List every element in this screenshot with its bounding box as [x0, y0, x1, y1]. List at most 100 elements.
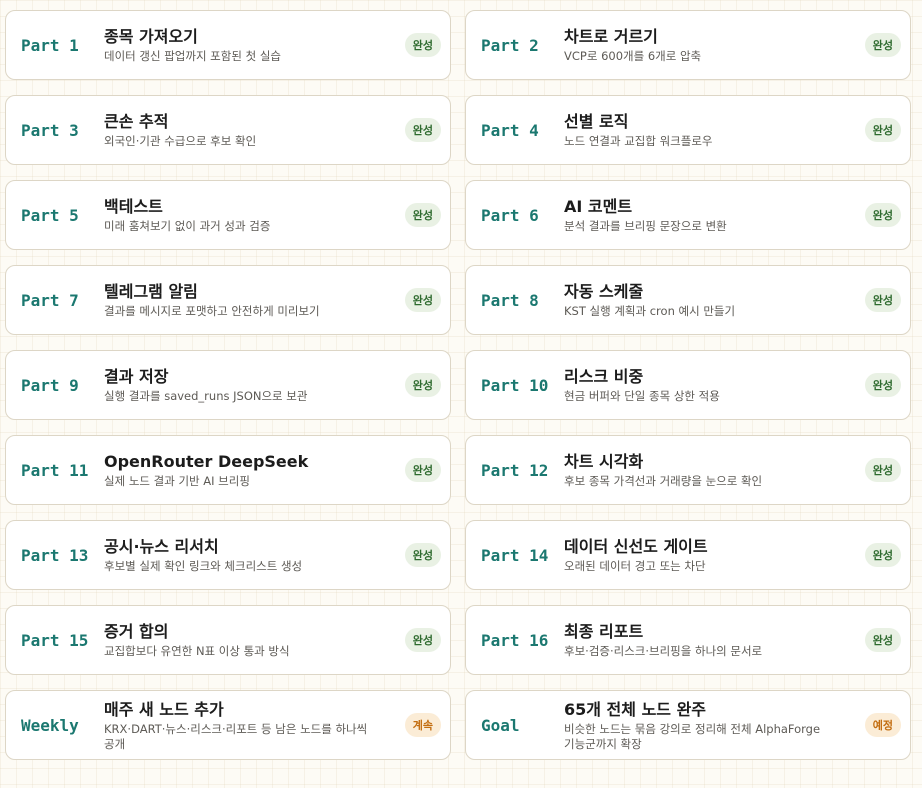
status-badge: 완성 [864, 118, 901, 142]
status-badge: 완성 [404, 628, 441, 652]
card-description: 후보·검증·리스크·브리핑을 하나의 문서로 [564, 644, 763, 658]
card-description: 데이터 갱신 팝업까지 포함된 첫 실습 [104, 49, 281, 63]
part-label: Part 13 [21, 545, 89, 565]
card-body: 종목 가져오기데이터 갱신 팝업까지 포함된 첫 실습 [104, 11, 372, 79]
part-label: Part 15 [21, 630, 89, 650]
card-description: 후보 종목 가격선과 거래량을 눈으로 확인 [564, 474, 763, 488]
roadmap-card-part-14[interactable]: Part 14 데이터 신선도 게이트오래된 데이터 경고 또는 차단 완성 [465, 520, 911, 590]
part-label: Part 5 [21, 205, 79, 225]
card-title: 텔레그램 알림 [104, 282, 198, 301]
card-description: 후보별 실제 확인 링크와 체크리스트 생성 [104, 559, 303, 573]
card-title: OpenRouter DeepSeek [104, 452, 309, 471]
card-title: 차트 시각화 [564, 452, 644, 471]
card-body: 차트 시각화후보 종목 가격선과 거래량을 눈으로 확인 [564, 436, 832, 504]
roadmap-card-part-12[interactable]: Part 12 차트 시각화후보 종목 가격선과 거래량을 눈으로 확인 완성 [465, 435, 911, 505]
status-badge: 완성 [864, 288, 901, 312]
card-description: 오래된 데이터 경고 또는 차단 [564, 559, 706, 573]
card-body: 텔레그램 알림결과를 메시지로 포맷하고 안전하게 미리보기 [104, 266, 372, 334]
part-label: Weekly [21, 715, 79, 735]
part-label: Part 10 [481, 375, 549, 395]
status-badge: 완성 [404, 373, 441, 397]
card-title: 백테스트 [104, 197, 163, 216]
card-body: 결과 저장실행 결과를 saved_runs JSON으로 보관 [104, 351, 372, 419]
roadmap-card-part-11[interactable]: Part 11 OpenRouter DeepSeek 실제 노드 결과 기반 AI… [5, 435, 451, 505]
part-label: Part 16 [481, 630, 549, 650]
card-title: 리스크 비중 [564, 367, 644, 386]
card-title: AI 코멘트 [564, 197, 633, 216]
status-badge: 완성 [864, 203, 901, 227]
card-title: 자동 스케줄 [564, 282, 644, 301]
card-description: 결과를 메시지로 포맷하고 안전하게 미리보기 [104, 304, 320, 318]
status-badge: 계속 [404, 713, 441, 737]
status-badge: 완성 [864, 628, 901, 652]
card-title: 선별 로직 [564, 112, 629, 131]
part-label: Part 14 [481, 545, 549, 565]
card-description: 현금 버퍼와 단일 종목 상한 적용 [564, 389, 720, 403]
roadmap-card-part-7[interactable]: Part 7 텔레그램 알림결과를 메시지로 포맷하고 안전하게 미리보기 완성 [5, 265, 451, 335]
card-title: 차트로 거르기 [564, 27, 658, 46]
card-body: 자동 스케줄 KST 실행 계획과 cron 예시 만들기 [564, 266, 832, 334]
roadmap-card-part-4[interactable]: Part 4 선별 로직노드 연결과 교집합 워크플로우 완성 [465, 95, 911, 165]
part-label: Part 12 [481, 460, 549, 480]
card-title: 공시·뉴스 리서치 [104, 537, 219, 556]
part-label: Part 6 [481, 205, 539, 225]
card-title: 데이터 신선도 게이트 [564, 537, 708, 556]
roadmap-card-weekly[interactable]: Weekly 매주 새 노드 추가 KRX·DART·뉴스·리스크·리포트 등 남은… [5, 690, 451, 760]
roadmap-card-part-16[interactable]: Part 16 최종 리포트후보·검증·리스크·브리핑을 하나의 문서로 완성 [465, 605, 911, 675]
card-body: 리스크 비중현금 버퍼와 단일 종목 상한 적용 [564, 351, 832, 419]
status-badge: 완성 [404, 118, 441, 142]
roadmap-card-part-10[interactable]: Part 10 리스크 비중현금 버퍼와 단일 종목 상한 적용 완성 [465, 350, 911, 420]
card-description: 외국인·기관 수급으로 후보 확인 [104, 134, 257, 148]
card-title: 결과 저장 [104, 367, 169, 386]
card-description: 교집합보다 유연한 N표 이상 통과 방식 [104, 644, 290, 658]
status-badge: 완성 [404, 203, 441, 227]
roadmap-card-part-6[interactable]: Part 6 AI 코멘트 분석 결과를 브리핑 문장으로 변환 완성 [465, 180, 911, 250]
card-title: 종목 가져오기 [104, 27, 198, 46]
status-badge: 완성 [864, 458, 901, 482]
roadmap-card-part-9[interactable]: Part 9 결과 저장실행 결과를 saved_runs JSON으로 보관 완성 [5, 350, 451, 420]
card-body: 공시·뉴스 리서치후보별 실제 확인 링크와 체크리스트 생성 [104, 521, 372, 589]
card-title: 큰손 추적 [104, 112, 169, 131]
roadmap-card-part-2[interactable]: Part 2 차트로 거르기 VCP로 600개를 6개로 압축 완성 [465, 10, 911, 80]
part-label: Part 8 [481, 290, 539, 310]
roadmap-card-part-13[interactable]: Part 13 공시·뉴스 리서치후보별 실제 확인 링크와 체크리스트 생성 완성 [5, 520, 451, 590]
part-label: Part 4 [481, 120, 539, 140]
card-body: 차트로 거르기 VCP로 600개를 6개로 압축 [564, 11, 832, 79]
card-body: 매주 새 노드 추가 KRX·DART·뉴스·리스크·리포트 등 남은 노드를 하… [104, 691, 372, 759]
card-description: 실행 결과를 saved_runs JSON으로 보관 [104, 389, 308, 403]
roadmap-card-part-3[interactable]: Part 3 큰손 추적 외국인·기관 수급으로 후보 확인 완성 [5, 95, 451, 165]
card-body: 백테스트 미래 훔쳐보기 없이 과거 성과 검증 [104, 181, 372, 249]
card-description: KST 실행 계획과 cron 예시 만들기 [564, 304, 736, 318]
card-body: OpenRouter DeepSeek 실제 노드 결과 기반 AI 브리핑 [104, 436, 372, 504]
card-description: 노드 연결과 교집합 워크플로우 [564, 134, 713, 148]
card-description: 실제 노드 결과 기반 AI 브리핑 [104, 474, 250, 488]
status-badge: 완성 [864, 33, 901, 57]
roadmap-card-part-15[interactable]: Part 15 증거 합의교집합보다 유연한 N표 이상 통과 방식 완성 [5, 605, 451, 675]
card-body: 증거 합의교집합보다 유연한 N표 이상 통과 방식 [104, 606, 372, 674]
roadmap-card-part-5[interactable]: Part 5 백테스트 미래 훔쳐보기 없이 과거 성과 검증 완성 [5, 180, 451, 250]
roadmap-card-goal[interactable]: Goal 65개 전체 노드 완주 비슷한 노드는 묶음 강의로 정리해 전체 Al… [465, 690, 911, 760]
roadmap-card-part-8[interactable]: Part 8 자동 스케줄 KST 실행 계획과 cron 예시 만들기 완성 [465, 265, 911, 335]
card-description: VCP로 600개를 6개로 압축 [564, 49, 702, 63]
card-description: 비슷한 노드는 묶음 강의로 정리해 전체 AlphaForge 기능군까지 확… [564, 721, 821, 751]
card-body: 최종 리포트후보·검증·리스크·브리핑을 하나의 문서로 [564, 606, 832, 674]
card-title: 매주 새 노드 추가 [104, 699, 224, 719]
card-body: 큰손 추적외국인·기관 수급으로 후보 확인 [104, 96, 372, 164]
status-badge: 완성 [864, 543, 901, 567]
status-badge: 완성 [404, 458, 441, 482]
part-label: Part 2 [481, 35, 539, 55]
card-title: 최종 리포트 [564, 622, 644, 641]
part-label: Part 7 [21, 290, 79, 310]
part-label: Part 11 [21, 460, 89, 480]
card-title: 증거 합의 [104, 622, 169, 641]
roadmap-card-part-1[interactable]: Part 1 종목 가져오기데이터 갱신 팝업까지 포함된 첫 실습 완성 [5, 10, 451, 80]
status-badge: 완성 [404, 288, 441, 312]
status-badge: 완성 [864, 373, 901, 397]
status-badge: 예정 [864, 713, 901, 737]
status-badge: 완성 [404, 543, 441, 567]
part-label: Part 1 [21, 35, 79, 55]
part-label: Part 9 [21, 375, 79, 395]
card-body: 65개 전체 노드 완주 비슷한 노드는 묶음 강의로 정리해 전체 AlphaF… [564, 691, 832, 759]
status-badge: 완성 [404, 33, 441, 57]
roadmap-grid: Part 1 종목 가져오기 데이터 갱신 팝업까지 포함된 첫 실습 완성 Part … [5, 10, 911, 760]
